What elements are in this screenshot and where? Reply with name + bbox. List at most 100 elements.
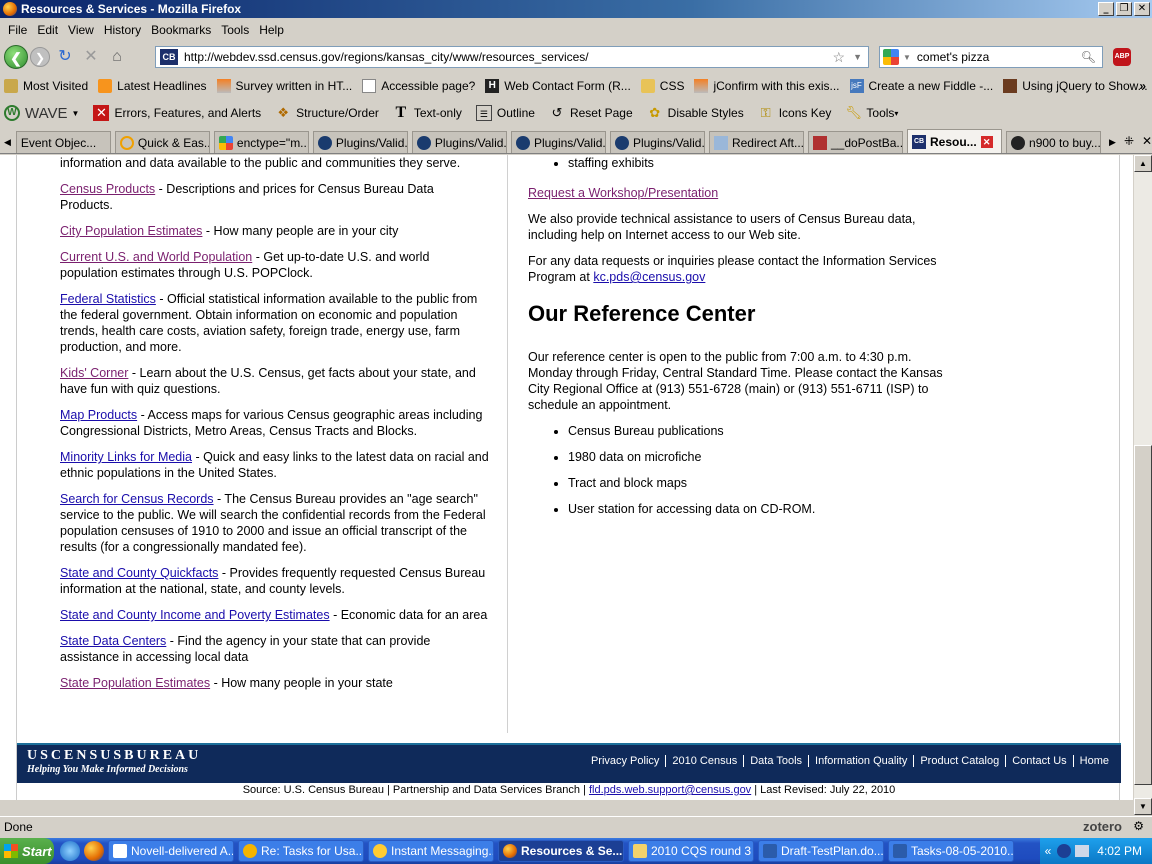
ie-icon[interactable]: [60, 841, 80, 861]
tab-scroll-right-icon[interactable]: ▶: [1109, 137, 1116, 148]
tray-monitor-icon[interactable]: [1075, 845, 1090, 857]
bookmarks-overflow-icon[interactable]: »: [1139, 79, 1146, 93]
bookmark-accessible-page[interactable]: Accessible page?: [362, 79, 475, 93]
footer-2010-census-link[interactable]: 2010 Census: [666, 755, 745, 767]
search-bar[interactable]: ▼ comet's pizza 🔍︎: [879, 46, 1103, 68]
scroll-up-button[interactable]: ▲: [1134, 155, 1152, 172]
tab-close-all-icon[interactable]: ✕: [1142, 134, 1152, 148]
bookmark-css[interactable]: CSS: [640, 79, 684, 93]
census-records-link[interactable]: Search for Census Records: [60, 492, 214, 506]
tray-expand-icon[interactable]: «: [1045, 844, 1052, 858]
wave-disable-styles-button[interactable]: ✿ Disable Styles: [647, 105, 743, 121]
scroll-down-button[interactable]: ▼: [1134, 798, 1152, 815]
stop-icon[interactable]: ✕: [80, 46, 102, 68]
search-magnifier-icon[interactable]: 🔍︎: [1081, 50, 1096, 64]
tab-plugins-2[interactable]: Plugins/Valid...: [411, 131, 507, 153]
google-icon[interactable]: [883, 49, 899, 65]
taskbar-novell[interactable]: Novell-delivered A...: [108, 840, 234, 862]
tab-resources[interactable]: CB Resou... ✕: [907, 129, 1003, 153]
kids-corner-link[interactable]: Kids' Corner: [60, 366, 128, 380]
wave-structure-button[interactable]: ❖ Structure/Order: [275, 105, 379, 121]
url-text[interactable]: http://webdev.ssd.census.gov/regions/kan…: [184, 50, 833, 64]
search-input[interactable]: comet's pizza: [917, 50, 1081, 64]
menu-edit[interactable]: Edit: [37, 23, 58, 37]
maximize-button[interactable]: ❐: [1116, 2, 1132, 16]
bookmark-jquery-show[interactable]: Using jQuery to Show...: [1003, 79, 1148, 93]
tab-n900[interactable]: n900 to buy...: [1006, 131, 1102, 153]
wave-icons-key-button[interactable]: ⚿ Icons Key: [758, 105, 832, 121]
taskbar-instant-messaging[interactable]: Instant Messaging...: [368, 840, 494, 862]
menu-bookmarks[interactable]: Bookmarks: [151, 23, 211, 37]
menu-view[interactable]: View: [68, 23, 94, 37]
tab-plugins-1[interactable]: Plugins/Valid...: [312, 131, 408, 153]
tab-enctype[interactable]: enctype="m...: [213, 131, 309, 153]
taskbar-tasks-doc[interactable]: Tasks-08-05-2010....: [888, 840, 1014, 862]
menu-help[interactable]: Help: [259, 23, 284, 37]
tab-list-icon[interactable]: ⁜: [1124, 134, 1134, 148]
income-poverty-link[interactable]: State and County Income and Poverty Esti…: [60, 608, 330, 622]
wave-text-only-button[interactable]: T Text-only: [393, 105, 462, 121]
taskbar-draft-testplan[interactable]: Draft-TestPlan.do...: [758, 840, 884, 862]
request-workshop-link[interactable]: Request a Workshop/Presentation: [528, 186, 718, 200]
tab-scroll-left-icon[interactable]: ◀: [4, 137, 16, 148]
taskbar-tasks-email[interactable]: Re: Tasks for Usa...: [238, 840, 364, 862]
city-population-link[interactable]: City Population Estimates: [60, 224, 202, 238]
footer-privacy-link[interactable]: Privacy Policy: [585, 755, 667, 767]
current-population-link[interactable]: Current U.S. and World Population: [60, 250, 252, 264]
minority-links-link[interactable]: Minority Links for Media: [60, 450, 192, 464]
bookmark-latest-headlines[interactable]: Latest Headlines: [98, 79, 207, 93]
tab-quick-easy[interactable]: Quick & Eas...: [114, 131, 210, 153]
bookmark-star-icon[interactable]: ☆: [833, 49, 846, 66]
minimize-button[interactable]: _: [1098, 2, 1114, 16]
state-population-link[interactable]: State Population Estimates: [60, 676, 210, 690]
wave-outline-button[interactable]: ☰ Outline: [475, 105, 535, 121]
url-bar[interactable]: CB http://webdev.ssd.census.gov/regions/…: [155, 46, 869, 68]
clock[interactable]: 4:02 PM: [1097, 844, 1142, 858]
bookmark-web-contact-form[interactable]: H Web Contact Form (R...: [485, 79, 631, 93]
bookmark-jsfiddle[interactable]: jsF Create a new Fiddle -...: [849, 79, 993, 93]
support-email-link[interactable]: fld.pds.web.support@census.gov: [589, 784, 751, 796]
footer-product-catalog-link[interactable]: Product Catalog: [914, 755, 1007, 767]
back-button[interactable]: ❮: [4, 45, 28, 69]
menu-history[interactable]: History: [104, 23, 141, 37]
bookmark-most-visited[interactable]: Most Visited: [4, 79, 88, 93]
status-tools-icon[interactable]: ⚙: [1133, 819, 1144, 833]
vertical-scrollbar[interactable]: ▲ ▼: [1134, 155, 1152, 815]
bookmark-jconfirm[interactable]: jConfirm with this exis...: [694, 79, 840, 93]
menu-file[interactable]: File: [8, 23, 27, 37]
census-logo[interactable]: USCENSUSBUREAU Helping You Make Informed…: [27, 748, 201, 775]
wave-reset-button[interactable]: ↺ Reset Page: [549, 105, 632, 121]
taskbar-firefox-resources[interactable]: Resources & Se...: [498, 840, 624, 862]
footer-data-tools-link[interactable]: Data Tools: [744, 755, 810, 767]
close-button[interactable]: ✕: [1134, 2, 1150, 16]
tab-plugins-4[interactable]: Plugins/Valid...: [609, 131, 705, 153]
bookmark-survey[interactable]: Survey written in HT...: [216, 79, 352, 93]
adblock-icon[interactable]: ABP: [1113, 48, 1131, 66]
home-icon[interactable]: ⌂: [106, 46, 128, 68]
tab-plugins-3[interactable]: Plugins/Valid...: [510, 131, 606, 153]
tab-event-object[interactable]: Event Objec...: [15, 131, 111, 153]
wave-errors-button[interactable]: ✕ Errors, Features, and Alerts: [93, 105, 261, 121]
contact-email-link[interactable]: kc.pds@census.gov: [593, 270, 705, 284]
firefox-quicklaunch-icon[interactable]: [84, 841, 104, 861]
scroll-thumb[interactable]: [1134, 445, 1152, 785]
menu-tools[interactable]: Tools: [221, 23, 249, 37]
map-products-link[interactable]: Map Products: [60, 408, 137, 422]
zotero-button[interactable]: zotero: [1083, 819, 1122, 834]
taskbar-cqs-folder[interactable]: 2010 CQS round 3: [628, 840, 754, 862]
tray-network-icon[interactable]: [1057, 844, 1072, 858]
state-data-centers-link[interactable]: State Data Centers: [60, 634, 166, 648]
footer-home-link[interactable]: Home: [1074, 755, 1115, 767]
census-products-link[interactable]: Census Products: [60, 182, 155, 196]
forward-button[interactable]: ❯: [30, 47, 50, 67]
tab-dopostback[interactable]: __doPostBa...: [807, 131, 903, 153]
url-dropdown-icon[interactable]: ▼: [853, 52, 862, 62]
wave-tools-button[interactable]: 🔧︎ Tools ▾: [845, 105, 898, 121]
search-engine-dropdown-icon[interactable]: ▼: [903, 53, 911, 62]
tab-close-icon[interactable]: ✕: [980, 135, 993, 148]
start-button[interactable]: Start: [0, 838, 54, 864]
federal-statistics-link[interactable]: Federal Statistics: [60, 292, 156, 306]
footer-contact-link[interactable]: Contact Us: [1006, 755, 1074, 767]
footer-info-quality-link[interactable]: Information Quality: [809, 755, 915, 767]
tab-redirect[interactable]: Redirect Aft...: [708, 131, 804, 153]
